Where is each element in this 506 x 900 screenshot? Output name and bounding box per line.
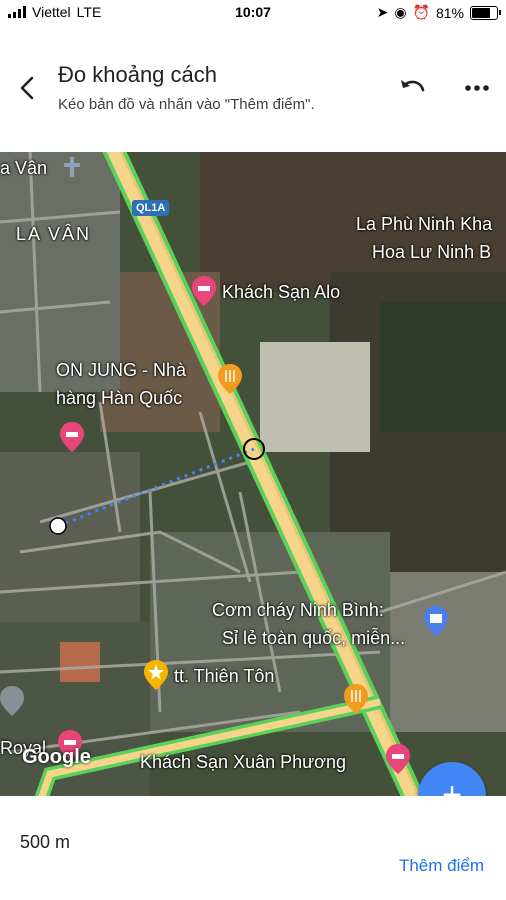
- bottom-panel: 500 m Thêm điểm: [0, 796, 506, 900]
- distance-readout: 500 m: [20, 832, 71, 852]
- back-arrow-icon[interactable]: [14, 74, 42, 102]
- alarm-icon: ⏰: [412, 4, 430, 20]
- map-label-la-van[interactable]: LA VÂN: [16, 224, 91, 245]
- map-label-com-chay-1[interactable]: Cơm cháy Ninh Bình:: [212, 600, 384, 621]
- star-pin-icon[interactable]: [144, 660, 168, 690]
- location-icon: ➤: [376, 4, 389, 20]
- shop-pin-icon[interactable]: [424, 606, 448, 636]
- google-attribution: Google: [22, 746, 91, 768]
- page-title: Đo khoảng cách: [58, 62, 217, 87]
- more-options-icon[interactable]: [462, 78, 492, 98]
- undo-icon[interactable]: [398, 76, 428, 102]
- map-label-hotel-alo[interactable]: Khách Sạn Alo: [222, 282, 340, 303]
- satellite-map[interactable]: QL1A a Vân LA VÂN La Phù Ninh Kha Hoa Lư…: [0, 152, 506, 796]
- battery-fill: [472, 7, 490, 18]
- map-label-on-jung-1[interactable]: ON JUNG - Nhà: [56, 360, 186, 381]
- battery-icon: [470, 5, 501, 20]
- map-label-la-van-small[interactable]: a Vân: [0, 158, 47, 179]
- map-label-com-chay-2[interactable]: Sỉ lẻ toàn quốc, miễn...: [222, 628, 405, 649]
- restaurant-pin-icon[interactable]: [344, 684, 368, 714]
- battery-percent: 81%: [435, 4, 464, 21]
- restaurant-pin-icon[interactable]: [218, 364, 242, 394]
- map-label-xuan-phuong[interactable]: Khách Sạn Xuân Phương: [140, 752, 346, 773]
- map-label-thien-ton[interactable]: tt. Thiên Tôn: [174, 666, 274, 687]
- hotel-pin-icon[interactable]: [386, 744, 410, 774]
- church-icon[interactable]: [60, 152, 84, 182]
- map-label-la-phu-1[interactable]: La Phù Ninh Kha: [356, 214, 492, 235]
- status-bar: Viettel LTE 10:07 ➤ ◉ ⏰ 81%: [0, 0, 506, 26]
- add-point-button[interactable]: Thêm điểm: [399, 856, 484, 876]
- hotel-pin-icon[interactable]: [60, 422, 84, 452]
- map-label-on-jung-2[interactable]: hàng Hàn Quốc: [56, 388, 182, 409]
- place-pin-icon[interactable]: [0, 686, 24, 716]
- status-right: ➤ ◉ ⏰ 81%: [376, 4, 501, 21]
- hotel-pin-icon[interactable]: [192, 276, 216, 306]
- header: Đo khoảng cách Kéo bản đồ và nhấn vào "T…: [0, 26, 506, 152]
- page-subtitle: Kéo bản đồ và nhấn vào "Thêm điểm".: [58, 96, 315, 113]
- map-label-la-phu-2[interactable]: Hoa Lư Ninh B: [372, 242, 491, 263]
- lock-rotation-icon: ◉: [394, 4, 407, 20]
- road-shield-ql1a: QL1A: [132, 200, 170, 216]
